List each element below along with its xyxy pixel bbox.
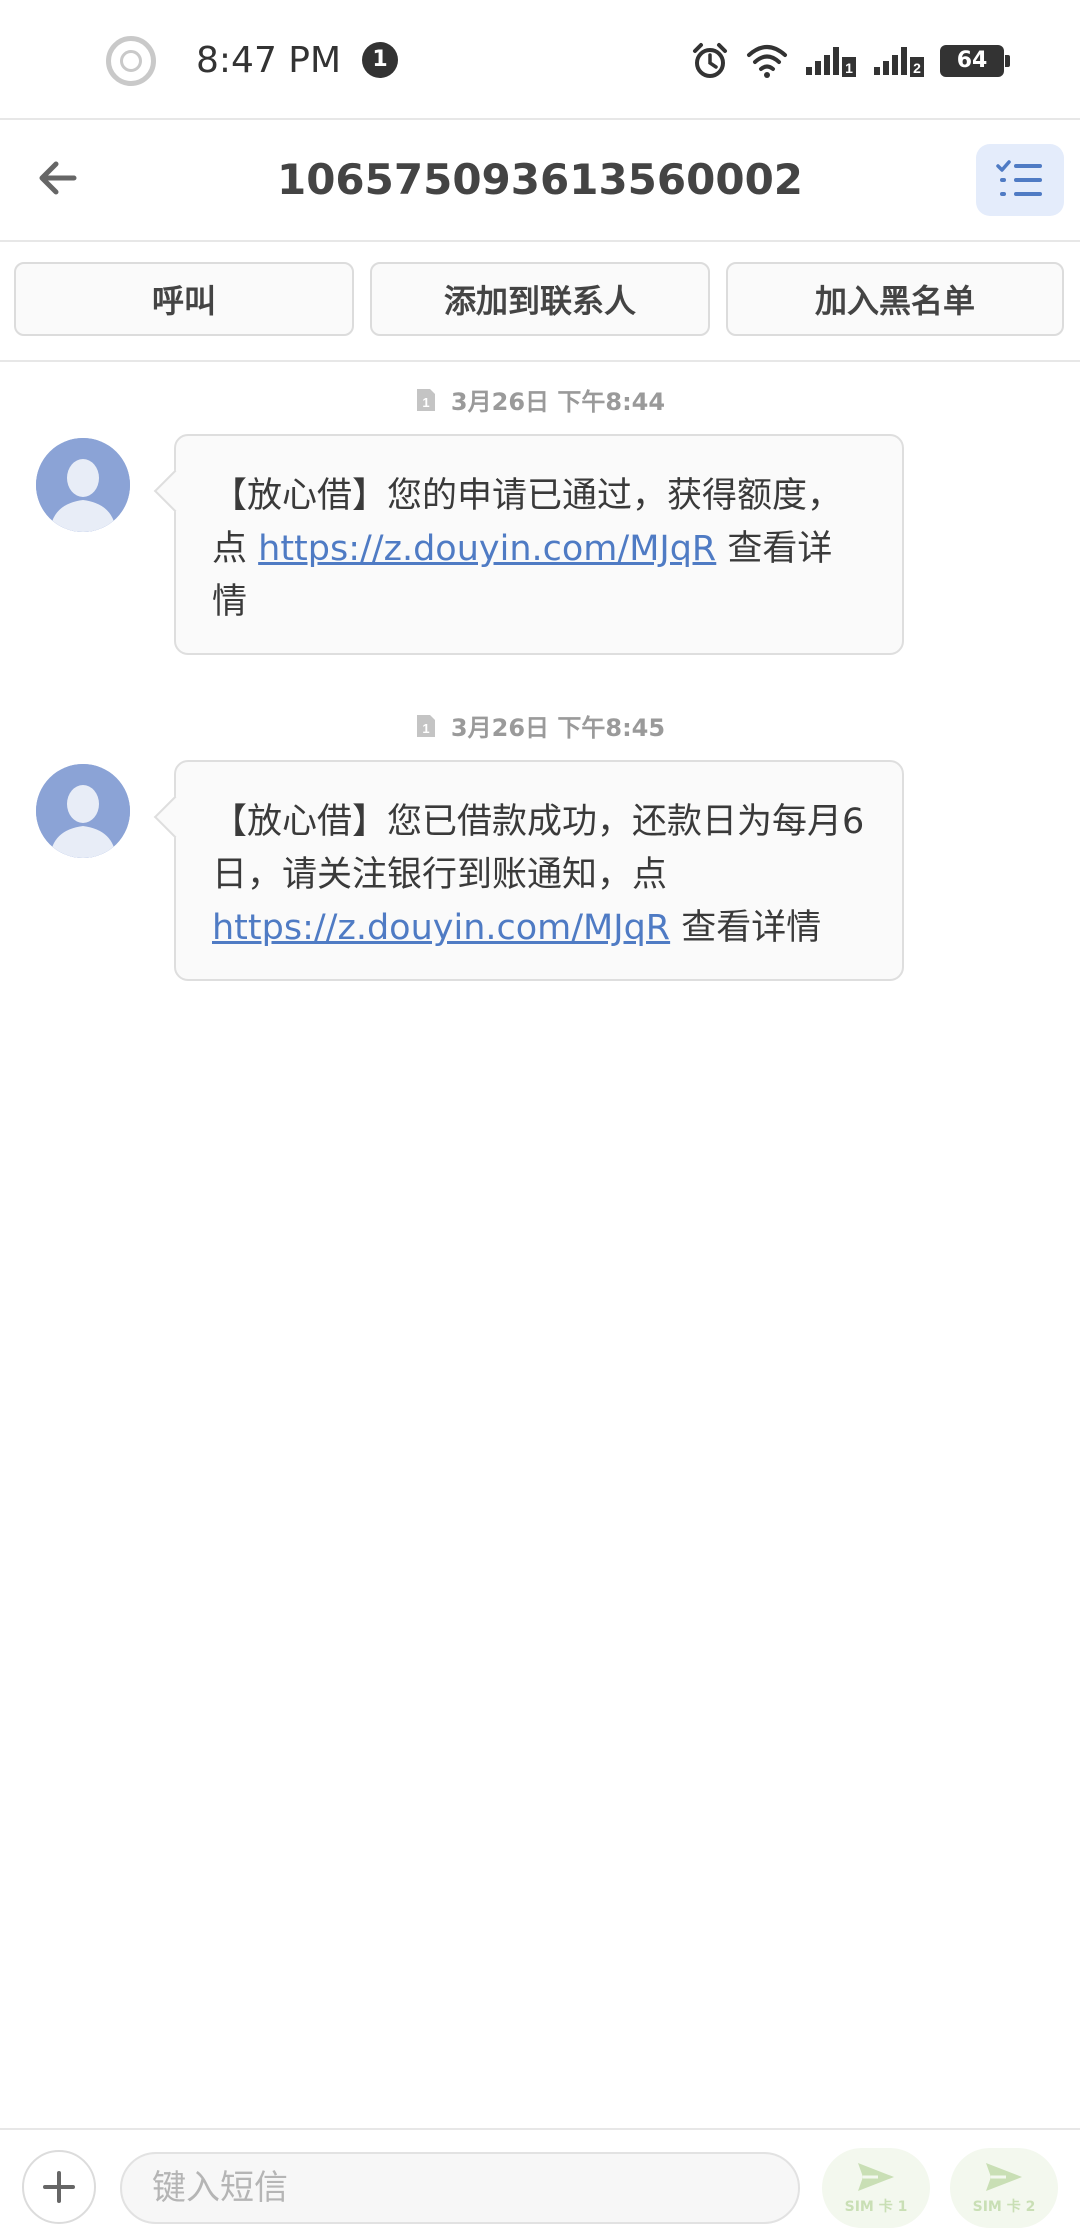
message-timestamp: 1 3月26日 下午8:44 [0,382,1080,417]
message-input[interactable]: 键入短信 [120,2152,800,2224]
send-sim2-label: SIM 卡 2 [972,2199,1036,2215]
send-icon [858,2163,894,2191]
send-sim1-label: SIM 卡 1 [844,2199,908,2215]
message-text: 查看详情 [670,908,822,948]
send-icon [986,2163,1022,2191]
person-icon [36,438,130,532]
message-bubble[interactable]: 【放心借】您的申请已通过，获得额度，点 https://z.douyin.com… [174,434,904,655]
sim1-card-icon: 1 [416,714,435,737]
signal-sim1-icon: 1 [806,47,856,77]
person-icon [36,764,130,858]
message-link[interactable]: https://z.douyin.com/MJqR [258,529,716,569]
sender-avatar[interactable] [36,764,130,858]
back-arrow-icon [39,161,77,195]
timestamp-text: 3月26日 下午8:45 [450,714,666,742]
message-text: 【放心借】您已借款成功，还款日为每月6日，请关注银行到账通知，点 [212,802,865,895]
message-bubble[interactable]: 【放心借】您已借款成功，还款日为每月6日，请关注银行到账通知，点 https:/… [174,760,904,981]
message-link[interactable]: https://z.douyin.com/MJqR [212,908,670,948]
attach-button[interactable] [22,2150,96,2224]
plus-icon [43,2171,75,2203]
call-button[interactable]: 呼叫 [14,262,354,336]
sim1-card-icon: 1 [416,388,435,411]
status-bar: 8:47 PM 1 1 2 64 [0,0,1080,118]
svg-text:2: 2 [913,60,921,76]
battery-icon: 64 [940,45,1010,77]
record-indicator-icon [106,36,156,86]
composer-bar: 键入短信 SIM 卡 1 SIM 卡 2 [0,2128,1080,2240]
signal-sim2-icon: 2 [874,47,924,77]
conversation-header: 106575093613560002 [0,118,1080,242]
send-sim1-button[interactable]: SIM 卡 1 [822,2148,930,2228]
svg-text:1: 1 [422,721,429,736]
status-time: 8:47 PM [196,40,342,81]
svg-text:1: 1 [422,395,429,410]
message-timestamp: 1 3月26日 下午8:45 [0,708,1080,743]
timestamp-text: 3月26日 下午8:44 [450,388,666,416]
status-icons: 1 2 64 [690,36,1010,86]
notification-count-badge: 1 [362,42,398,78]
add-to-blacklist-button[interactable]: 加入黑名单 [726,262,1064,336]
wifi-icon [747,45,787,78]
conversation-title: 106575093613560002 [276,155,804,204]
contact-actions: 呼叫 添加到联系人 加入黑名单 [0,242,1080,362]
add-contact-button[interactable]: 添加到联系人 [370,262,710,336]
back-button[interactable] [28,148,88,208]
checklist-icon [996,160,1042,196]
send-sim2-button[interactable]: SIM 卡 2 [950,2148,1058,2228]
sender-avatar[interactable] [36,438,130,532]
svg-text:1: 1 [845,60,853,76]
conversation-menu-button[interactable] [976,144,1064,216]
alarm-icon [693,43,727,78]
